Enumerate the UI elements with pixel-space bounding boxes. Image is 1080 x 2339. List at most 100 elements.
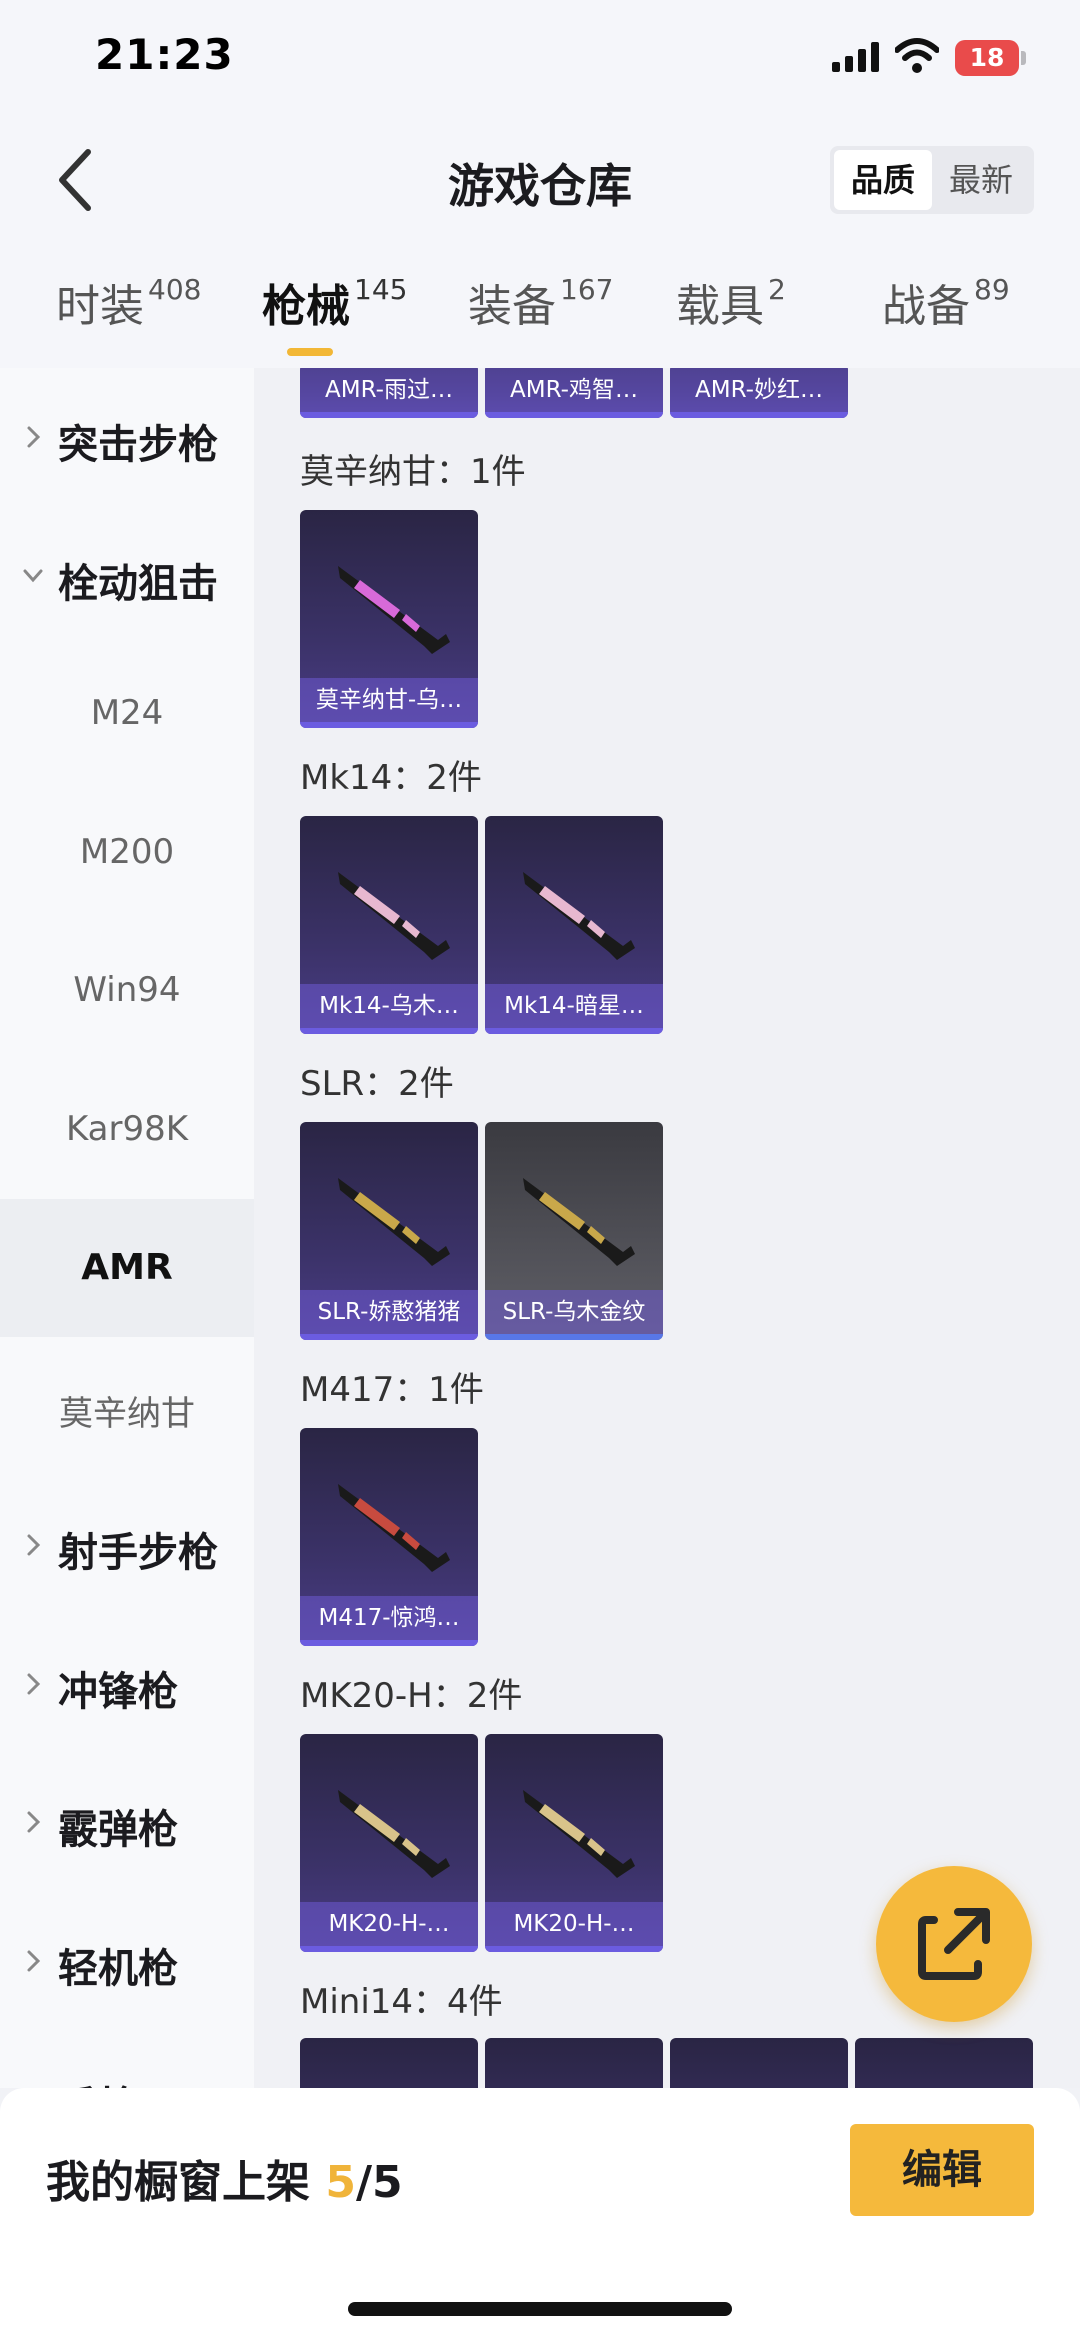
cellular-signal-icon (832, 42, 879, 72)
weapon-group-title: SLR：2件 (300, 1064, 454, 1104)
sidebar-item[interactable]: 霰弹枪 (0, 1753, 254, 1891)
sidebar-category-label: 手枪 (58, 2074, 138, 2088)
sidebar-subitem-label: AMR (81, 1247, 173, 1288)
rifle-icon (875, 2066, 1015, 2088)
showcase-current-count: 5 (325, 2157, 356, 2208)
rifle-icon (690, 2066, 830, 2088)
weapon-skin-card[interactable] (855, 2038, 1033, 2088)
sidebar-item[interactable]: 突击步枪 (0, 368, 254, 506)
battery-level: 18 (969, 43, 1005, 72)
showcase-status: 我的橱窗上架 5/5 (46, 2157, 403, 2208)
nav-bar: 游戏仓库 品质 最新 (0, 120, 1080, 240)
tab-count: 408 (148, 273, 202, 306)
rifle-icon (523, 1178, 635, 1266)
sort-by-newest[interactable]: 最新 (932, 150, 1030, 210)
sidebar-category-label: 突击步枪 (58, 422, 218, 468)
edit-button[interactable]: 编辑 (850, 2124, 1034, 2216)
sidebar-subitem-label: Kar98K (65, 1109, 189, 1149)
tab-supplies[interactable]: 战备 89 (882, 270, 1010, 334)
weapon-skin-name: SLR-娇憨猪猪 (300, 1290, 478, 1334)
weapon-skin-card[interactable]: Mk14-乌木… (300, 816, 478, 1034)
rifle-icon (505, 2066, 645, 2088)
weapon-skin-name: 莫辛纳甘-乌… (300, 678, 478, 722)
tab-firearms[interactable]: 枪械 145 (262, 270, 407, 334)
rifle-icon (338, 872, 450, 960)
rifle-icon (523, 872, 635, 960)
rifle-icon (338, 566, 450, 654)
weapon-skin-card[interactable]: AMR-鸡智… (485, 368, 663, 418)
sidebar-item[interactable]: Win94 (0, 922, 254, 1060)
rifle-icon (338, 1178, 450, 1266)
weapon-group-title: Mini14：4件 (300, 1982, 503, 2022)
sidebar-subitem-label: M24 (90, 693, 164, 733)
weapon-skin-card[interactable]: SLR-娇憨猪猪 (300, 1122, 478, 1340)
tab-count: 145 (354, 273, 408, 306)
bottom-bar: 我的橱窗上架 5/5 编辑 (0, 2088, 1080, 2339)
quality-bar (300, 1334, 478, 1340)
rifle-icon (523, 1790, 635, 1878)
wifi-icon (895, 38, 939, 73)
sidebar-item[interactable]: 莫辛纳甘 (0, 1338, 254, 1476)
quality-bar (300, 1946, 478, 1952)
sidebar-item[interactable]: 射手步枪 (0, 1476, 254, 1614)
showcase-total: /5 (355, 2157, 403, 2208)
weapon-skin-card[interactable]: MK20-H-… (300, 1734, 478, 1952)
tab-count: 167 (560, 273, 614, 306)
tab-fashion[interactable]: 时装 408 (56, 270, 201, 334)
active-tab-indicator (287, 348, 333, 356)
sidebar-category-label: 轻机枪 (58, 1946, 178, 1992)
weapon-skin-card[interactable] (300, 2038, 478, 2088)
weapon-skin-name: MK20-H-… (300, 1902, 478, 1946)
weapon-group-title: Mk14：2件 (300, 758, 482, 798)
tab-count: 89 (974, 273, 1010, 306)
category-tabs: 时装 408 枪械 145 装备 167 载具 2 战备 89 (0, 240, 1080, 368)
rifle-icon (338, 1790, 450, 1878)
weapon-group-title: M417：1件 (300, 1370, 484, 1410)
sidebar-item[interactable]: Kar98K (0, 1061, 254, 1199)
weapon-skin-name: Mk14-乌木… (300, 984, 478, 1028)
weapon-skin-card[interactable]: AMR-妙红… (670, 368, 848, 418)
quality-bar (300, 722, 478, 728)
weapon-skin-card[interactable]: AMR-雨过… (300, 368, 478, 418)
weapon-skin-name: M417-惊鸿… (300, 1596, 478, 1640)
weapon-skin-name: SLR-乌木金纹 (485, 1290, 663, 1334)
quality-bar (670, 412, 848, 418)
sidebar-item[interactable]: 冲锋枪 (0, 1615, 254, 1753)
quality-bar (485, 412, 663, 418)
sidebar-item[interactable]: M24 (0, 645, 254, 783)
weapon-skin-card[interactable] (485, 2038, 663, 2088)
chevron-down-icon (23, 569, 43, 583)
weapon-skin-name: Mk14-暗星… (485, 984, 663, 1028)
sidebar-category-label: 栓动狙击 (58, 561, 218, 607)
share-button[interactable] (876, 1866, 1032, 2022)
weapon-skin-card[interactable]: M417-惊鸿… (300, 1428, 478, 1646)
sidebar-item[interactable]: 轻机枪 (0, 1892, 254, 2030)
tab-vehicles[interactable]: 载具 2 (676, 270, 786, 334)
weapon-skin-name: AMR-雨过… (300, 368, 478, 412)
quality-bar (300, 1028, 478, 1034)
sidebar-item[interactable]: 手枪 (0, 2030, 254, 2088)
sidebar-item[interactable]: 栓动狙击 (0, 507, 254, 645)
sidebar-item[interactable]: AMR (0, 1199, 254, 1337)
sort-by-quality[interactable]: 品质 (834, 150, 932, 210)
weapon-skin-name: MK20-H-… (485, 1902, 663, 1946)
weapon-skin-card[interactable] (670, 2038, 848, 2088)
weapon-group-title: MK20-H：2件 (300, 1676, 523, 1716)
weapon-grid: AMR-雨过… AMR-鸡智… AMR-妙红… 莫辛纳甘：1件 莫辛纳甘-乌… Mk14：… (254, 368, 1080, 2088)
battery-icon: 18 (955, 40, 1027, 76)
tab-equipment[interactable]: 装备 167 (468, 270, 613, 334)
sidebar-item[interactable]: M200 (0, 784, 254, 922)
chevron-right-icon (27, 426, 41, 448)
rifle-icon (320, 2066, 460, 2088)
sidebar-category-label: 霰弹枪 (58, 1807, 178, 1853)
weapon-skin-name: AMR-鸡智… (485, 368, 663, 412)
weapon-type-sidebar: 突击步枪栓动狙击 M24 M200 Win94 Kar98K AMR 莫辛纳甘射手步枪 冲锋枪… (0, 368, 254, 2088)
chevron-right-icon (27, 1811, 41, 1833)
weapon-skin-card[interactable]: SLR-乌木金纹 (485, 1122, 663, 1340)
share-icon (918, 1908, 990, 1980)
chevron-right-icon (27, 1534, 41, 1556)
weapon-skin-card[interactable]: MK20-H-… (485, 1734, 663, 1952)
weapon-skin-card[interactable]: 莫辛纳甘-乌… (300, 510, 478, 728)
weapon-skin-card[interactable]: Mk14-暗星… (485, 816, 663, 1034)
sidebar-subitem-label: 莫辛纳甘 (59, 1394, 195, 1434)
